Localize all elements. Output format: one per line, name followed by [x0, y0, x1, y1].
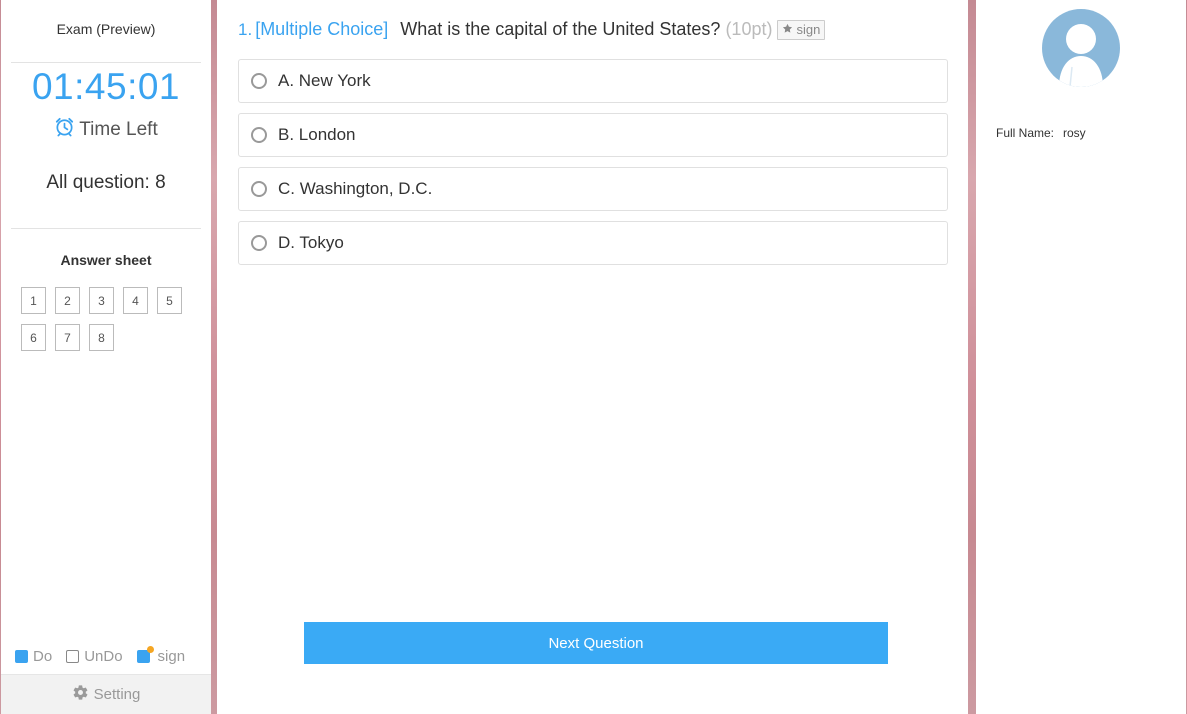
sidebar: Exam (Preview) 01:45:01 Time Left All qu… [1, 0, 211, 714]
status-legend: Do UnDo sign [15, 646, 199, 665]
question-type: [Multiple Choice] [255, 19, 389, 39]
answer-sheet-item-5[interactable]: 5 [157, 287, 182, 314]
next-question-button[interactable]: Next Question [304, 622, 888, 664]
question-text: What is the capital of the United States… [400, 19, 721, 39]
legend-do: Do [15, 648, 52, 665]
avatar [1042, 9, 1120, 87]
legend-undo: UnDo [66, 648, 123, 665]
question-panel: 1. [Multiple Choice] What is the capital… [217, 0, 968, 714]
done-square-icon [15, 650, 28, 663]
option-c[interactable]: C. Washington, D.C. [238, 167, 948, 211]
question-header: 1. [Multiple Choice] What is the capital… [238, 19, 826, 40]
answer-sheet-item-8[interactable]: 8 [89, 324, 114, 351]
sign-label: sign [796, 22, 821, 37]
legend-sign-label: sign [157, 648, 186, 665]
option-label: A. New York [278, 71, 371, 90]
answer-sheet-item-4[interactable]: 4 [123, 287, 148, 314]
sign-button[interactable]: sign [777, 19, 826, 40]
radio-button[interactable] [251, 73, 267, 89]
signed-square-icon [136, 646, 154, 663]
profile-panel: Full Name: rosy [976, 0, 1186, 714]
full-name-value: rosy [1063, 126, 1086, 140]
answer-sheet-item-1[interactable]: 1 [21, 287, 46, 314]
exam-title: Exam (Preview) [56, 21, 156, 37]
time-left-label: Time Left [79, 118, 158, 140]
question-number: 1. [238, 19, 253, 39]
gear-icon [72, 684, 89, 705]
divider [11, 228, 201, 229]
answer-sheet-item-6[interactable]: 6 [21, 324, 46, 351]
option-label: B. London [278, 125, 356, 144]
question-points: (10pt) [725, 19, 773, 39]
legend-undo-label: UnDo [84, 648, 123, 665]
full-name-label: Full Name: [996, 126, 1055, 140]
answer-sheet-title: Answer sheet [60, 252, 152, 268]
answer-sheet-item-7[interactable]: 7 [55, 324, 80, 351]
question-count: All question: 8 [46, 172, 166, 193]
option-b[interactable]: B. London [238, 113, 948, 157]
divider [11, 62, 201, 63]
option-label: D. Tokyo [278, 233, 344, 252]
option-label: C. Washington, D.C. [278, 179, 433, 198]
radio-button[interactable] [251, 235, 267, 251]
answer-sheet-grid: 1 2 3 4 5 6 7 8 [21, 287, 201, 361]
alarm-clock-icon [54, 116, 75, 143]
undone-square-icon [66, 650, 80, 663]
legend-do-label: Do [33, 648, 53, 665]
option-a[interactable]: A. New York [238, 59, 948, 103]
option-d[interactable]: D. Tokyo [238, 221, 948, 265]
countdown-timer: 01:45:01 [31, 66, 181, 107]
time-left: Time Left [1, 116, 211, 143]
answer-options: A. New York B. London C. Washington, D.C… [238, 59, 948, 275]
answer-sheet-item-2[interactable]: 2 [55, 287, 80, 314]
answer-sheet-item-3[interactable]: 3 [89, 287, 114, 314]
legend-sign: sign [136, 646, 186, 665]
star-icon [782, 22, 793, 37]
full-name: Full Name: rosy [996, 126, 1086, 140]
setting-label: Setting [93, 686, 141, 703]
radio-button[interactable] [251, 127, 267, 143]
user-silhouette-icon [1059, 24, 1103, 87]
radio-button[interactable] [251, 181, 267, 197]
setting-button[interactable]: Setting [1, 674, 211, 714]
